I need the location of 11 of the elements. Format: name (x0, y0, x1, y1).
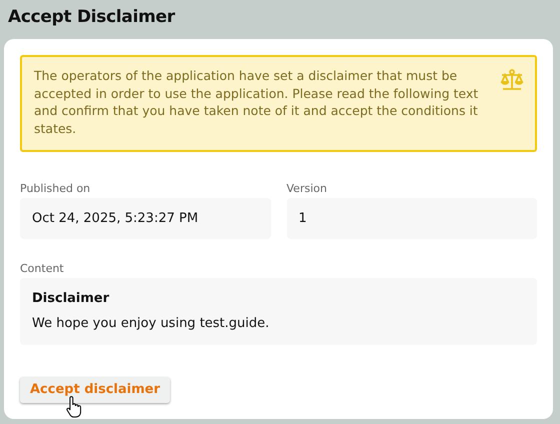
field-label: Published on (20, 182, 92, 197)
content-heading: Disclaimer (32, 290, 110, 308)
page-title: Accept Disclaimer (8, 6, 176, 29)
notice-text: The operators of the application have set a disclaimer that must be accepted in order to use the application. Please read the following text and confirm that you have taken note of it and accept the conditions it states. (34, 67, 480, 138)
field-label: Content (20, 262, 65, 277)
content-body: We hope you enjoy using test.guide. (32, 315, 270, 333)
field-label: Version (286, 182, 328, 197)
field-value: Oct 24, 2025, 5:23:27 PM (20, 198, 270, 239)
accept-button[interactable]: Accept disclaimer (20, 376, 170, 403)
scales-icon (499, 69, 525, 93)
field-value: 1 (286, 198, 537, 239)
